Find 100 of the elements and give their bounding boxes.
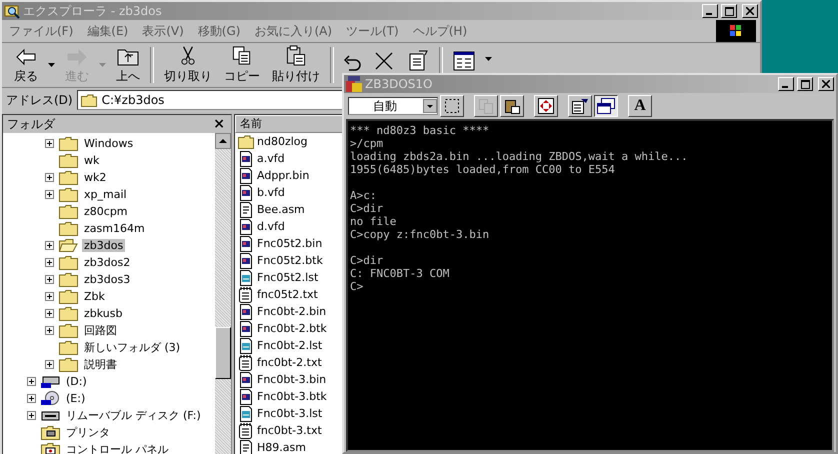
console-line: C>dir (350, 254, 384, 267)
folder-tree-item[interactable]: リムーバブル ディスク (F:) (64, 408, 203, 423)
toolbar-button[interactable]: A (628, 95, 652, 117)
file-name[interactable]: Fnc05t2.btk (257, 254, 323, 267)
folder-tree-item[interactable]: zb3dos2 (82, 256, 132, 269)
copy-icon (478, 98, 494, 114)
file-name[interactable]: Fnc0bt-3.btk (257, 390, 327, 403)
file-name[interactable]: Adppr.bin (257, 169, 310, 182)
folder-tree-item[interactable]: zb3dos (82, 239, 126, 252)
file-name[interactable]: fnc05t2.txt (257, 288, 318, 301)
folder-tree-item[interactable]: (D:) (64, 375, 89, 388)
toolbar-button[interactable] (594, 95, 618, 117)
close-pane-button[interactable]: × (213, 116, 225, 132)
folder-tree-item[interactable]: Windows (82, 137, 136, 150)
folder-tree-item[interactable]: zbkusb (82, 307, 124, 320)
file-name[interactable]: a.vfd (257, 152, 285, 165)
menu-item[interactable]: ツール(T) (339, 22, 406, 40)
menu-item[interactable]: 表示(V) (135, 22, 191, 40)
folder-tree-item[interactable]: (E:) (64, 392, 88, 405)
folder-icon (59, 221, 78, 236)
toolbar-button[interactable]: 切り取り (158, 44, 218, 86)
menu-item[interactable]: 編集(E) (80, 22, 136, 40)
font-size-dropdown[interactable]: 自動 (348, 97, 438, 115)
folder-tree-item[interactable]: z80cpm (82, 205, 130, 218)
file-name[interactable]: fnc0bt-2.txt (257, 356, 322, 369)
maximize-button[interactable] (797, 77, 813, 91)
menu-item[interactable]: ヘルプ(H) (406, 22, 474, 40)
console-line: no file (350, 215, 398, 228)
expand-plus-icon[interactable] (27, 377, 36, 386)
folder-tree-item[interactable]: 新しいフォルダ (3) (82, 340, 182, 355)
copy-icon (231, 45, 253, 66)
folder-tree-item[interactable]: xp_mail (82, 188, 129, 201)
file-name[interactable]: b.vfd (257, 186, 285, 199)
folder-tree-item[interactable]: wk (82, 154, 102, 167)
maximize-button[interactable] (721, 4, 737, 18)
x-mark-icon (373, 51, 395, 71)
console-line: 1955(6485)bytes loaded,from CC00 to E554 (350, 163, 616, 176)
file-icon (238, 372, 254, 388)
console-line: *** nd80z3 basic **** (350, 124, 490, 137)
expand-plus-icon[interactable] (27, 394, 36, 403)
scrollbar[interactable] (215, 133, 231, 454)
minimize-button[interactable] (778, 77, 794, 91)
expand-plus-icon[interactable] (45, 275, 54, 284)
file-name[interactable]: Fnc05t2.lst (257, 271, 318, 284)
menu-item[interactable]: お気に入り(A) (247, 22, 340, 40)
file-name[interactable]: Fnc0bt-2.lst (257, 339, 322, 352)
file-name[interactable]: H89.asm (257, 441, 306, 454)
scroll-thumb[interactable] (215, 327, 231, 379)
menu-item[interactable]: ファイル(F) (2, 22, 80, 40)
file-name[interactable]: fnc0bt-3.txt (257, 424, 322, 437)
file-name[interactable]: Fnc0bt-3.bin (257, 373, 326, 386)
scroll-up-icon[interactable] (215, 133, 231, 149)
expand-plus-icon[interactable] (45, 258, 54, 267)
close-icon (746, 7, 754, 15)
expand-plus-icon[interactable] (27, 411, 36, 420)
folder-tree-item[interactable]: 説明書 (82, 357, 119, 372)
folder-tree-item[interactable]: Zbk (82, 290, 107, 303)
folder-tree-item[interactable]: 回路図 (82, 323, 119, 338)
console-line: C>copy z:fnc0bt-3.bin (350, 228, 490, 241)
folder-icon (238, 134, 254, 148)
file-icon (238, 252, 254, 268)
expand-plus-icon[interactable] (45, 309, 54, 318)
menu-item[interactable]: 移動(G) (190, 22, 248, 40)
folder-tree-item[interactable]: wk2 (82, 171, 108, 184)
expand-plus-icon[interactable] (45, 139, 54, 148)
folder-icon (59, 306, 78, 321)
drive-icon (41, 374, 60, 389)
expand-plus-icon[interactable] (45, 360, 54, 369)
close-button[interactable] (742, 4, 758, 18)
file-name[interactable]: Fnc0bt-2.btk (257, 322, 327, 335)
properties-icon (407, 49, 429, 71)
dropdown-arrow-icon[interactable] (48, 63, 55, 67)
file-name[interactable]: d.vfd (257, 220, 285, 233)
file-icon (238, 218, 254, 234)
minimize-button[interactable] (702, 4, 718, 18)
file-name[interactable]: Fnc0bt-2.bin (257, 305, 326, 318)
file-name[interactable]: Fnc05t2.bin (257, 237, 322, 250)
folder-icon (59, 357, 78, 372)
expand-plus-icon[interactable] (45, 190, 54, 199)
file-icon (238, 270, 254, 286)
dropdown-arrow-icon[interactable] (485, 57, 492, 61)
folder-tree-item[interactable]: プリンタ (64, 425, 112, 440)
file-name[interactable]: Fnc0bt-3.lst (257, 407, 322, 420)
toolbar-button[interactable]: 戻る (8, 44, 44, 86)
toolbar-button[interactable]: 上へ (110, 44, 146, 86)
expand-plus-icon[interactable] (45, 241, 54, 250)
folder-tree-item[interactable]: zasm164m (82, 222, 147, 235)
expand-plus-icon[interactable] (45, 173, 54, 182)
folder-icon (59, 272, 78, 287)
folder-tree-item[interactable]: zb3dos3 (82, 273, 132, 286)
open-folder-icon (59, 238, 78, 253)
file-name[interactable]: Bee.asm (257, 203, 305, 216)
expand-plus-icon[interactable] (45, 326, 54, 335)
close-button[interactable] (818, 77, 834, 91)
column-header[interactable]: 名前 (235, 115, 343, 133)
ms-dos-icon (346, 76, 362, 92)
expand-plus-icon[interactable] (45, 292, 54, 301)
toolbar-button[interactable]: コピー (218, 44, 266, 86)
file-name[interactable]: nd80zlog (257, 135, 308, 148)
toolbar-button[interactable]: 貼り付け (266, 44, 326, 86)
